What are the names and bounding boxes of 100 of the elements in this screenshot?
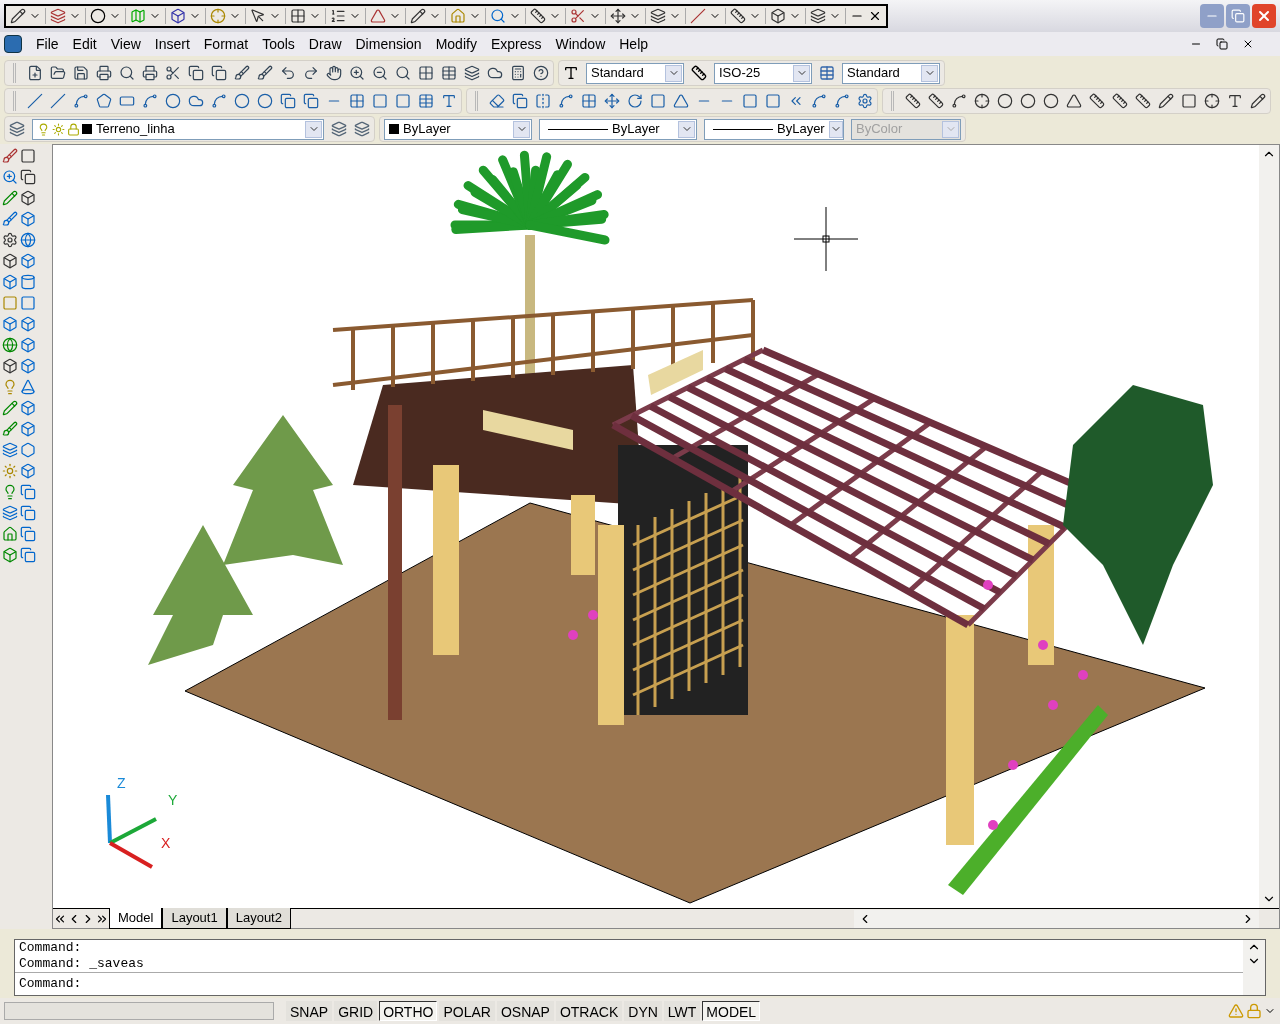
hexagon-icon[interactable] [20, 442, 36, 458]
folder-icon[interactable] [50, 65, 66, 81]
redo-icon[interactable] [303, 65, 319, 81]
table-icon[interactable] [441, 65, 457, 81]
layers-icon[interactable] [464, 65, 480, 81]
copy-icon[interactable] [20, 484, 36, 500]
brush-icon[interactable] [2, 421, 18, 437]
command-prompt[interactable]: Command: [15, 973, 1243, 995]
search-icon[interactable] [395, 65, 411, 81]
rotate-icon[interactable] [627, 93, 643, 109]
table-icon[interactable] [418, 93, 434, 109]
cloud-icon[interactable] [188, 93, 204, 109]
zoom-in-icon[interactable] [349, 65, 365, 81]
copy-icon[interactable] [211, 65, 227, 81]
layers-icon[interactable] [50, 8, 66, 24]
undo-icon[interactable] [280, 65, 296, 81]
drawing-canvas[interactable]: Z Y X [53, 145, 1259, 908]
vertical-scrollbar[interactable] [1259, 145, 1279, 908]
save-icon[interactable] [73, 65, 89, 81]
status-toggle[interactable]: ORTHO [379, 1001, 438, 1021]
arc-icon[interactable] [142, 93, 158, 109]
new-file-icon[interactable] [27, 65, 43, 81]
layers-icon[interactable] [810, 8, 826, 24]
close-icon[interactable] [1242, 38, 1254, 50]
menu-item[interactable]: Draw [308, 33, 342, 55]
zoom-out-icon[interactable] [372, 65, 388, 81]
color-dropdown[interactable]: ByLayer [384, 118, 532, 140]
dimension-icon[interactable] [928, 93, 944, 109]
dimension-icon[interactable] [1135, 93, 1151, 109]
menu-item[interactable]: File [36, 33, 59, 55]
printer-icon[interactable] [142, 65, 158, 81]
brush-icon[interactable] [257, 65, 273, 81]
cube-icon[interactable] [20, 400, 36, 416]
pencil-icon[interactable] [1250, 93, 1266, 109]
menu-item[interactable]: Format [203, 33, 249, 55]
status-toggle[interactable]: MODEL [702, 1001, 761, 1021]
brush-icon[interactable] [234, 65, 250, 81]
crosshair-icon[interactable] [210, 8, 226, 24]
cylinder-icon[interactable] [20, 274, 36, 290]
house-icon[interactable] [450, 8, 466, 24]
app-logo-icon[interactable] [4, 35, 22, 53]
layers-icon[interactable] [331, 121, 347, 137]
cube-icon[interactable] [20, 463, 36, 479]
layers-icon[interactable] [2, 505, 18, 521]
zoom-in-icon[interactable] [2, 169, 18, 185]
dimension-style-dropdown[interactable]: ISO-25 [714, 62, 812, 84]
grid-icon[interactable] [290, 8, 306, 24]
sphere-icon[interactable] [20, 232, 36, 248]
copy-icon[interactable] [512, 93, 528, 109]
pencil-icon[interactable] [410, 8, 426, 24]
cube-icon[interactable] [770, 8, 786, 24]
text-icon[interactable] [441, 93, 457, 109]
slash-icon[interactable] [690, 8, 706, 24]
line-icon[interactable] [50, 93, 66, 109]
menu-item[interactable]: Help [619, 33, 649, 55]
layers-icon[interactable] [2, 442, 18, 458]
cone-icon[interactable] [20, 379, 36, 395]
lightbulb-icon[interactable] [2, 484, 18, 500]
menu-item[interactable]: Edit [72, 33, 97, 55]
cube-icon[interactable] [20, 337, 36, 353]
dimension-icon[interactable] [1089, 93, 1105, 109]
status-toggle[interactable]: OSNAP [496, 1001, 554, 1021]
layout-tab[interactable]: Layout1 [162, 908, 227, 929]
sphere-icon[interactable] [2, 337, 18, 353]
copy-icon[interactable] [20, 547, 36, 563]
dimension-icon[interactable] [905, 93, 921, 109]
status-toggle[interactable]: LWT [663, 1001, 701, 1021]
restore-icon[interactable] [1216, 38, 1228, 50]
circle-icon[interactable] [90, 8, 106, 24]
cube-icon[interactable] [170, 8, 186, 24]
copy-icon[interactable] [20, 169, 36, 185]
status-toggle[interactable]: DYN [624, 1001, 662, 1021]
help-icon[interactable] [533, 65, 549, 81]
spline-icon[interactable] [211, 93, 227, 109]
dimension-icon[interactable] [1112, 93, 1128, 109]
triangle-icon[interactable] [370, 8, 386, 24]
pencil-icon[interactable] [10, 8, 26, 24]
status-toggle[interactable]: GRID [334, 1001, 378, 1021]
status-toggle[interactable]: POLAR [439, 1001, 495, 1021]
table-style-dropdown[interactable]: Standard [842, 62, 940, 84]
cube-icon[interactable] [2, 253, 18, 269]
menu-item[interactable]: View [110, 33, 141, 55]
line-icon[interactable] [27, 93, 43, 109]
gear-icon[interactable] [2, 232, 18, 248]
status-toggle[interactable]: OTRACK [555, 1001, 623, 1021]
layers-icon[interactable] [650, 8, 666, 24]
layout-tab[interactable]: Model [109, 908, 163, 929]
cube-icon[interactable] [20, 253, 36, 269]
menu-item[interactable]: Dimension [355, 33, 422, 55]
layout-tab[interactable]: Layout2 [226, 908, 291, 929]
calculator-icon[interactable] [510, 65, 526, 81]
status-toggle[interactable]: SNAP [286, 1001, 333, 1021]
cube-icon[interactable] [2, 316, 18, 332]
brush-icon[interactable] [2, 211, 18, 227]
scissors-icon[interactable] [570, 8, 586, 24]
sun-icon[interactable] [2, 463, 18, 479]
move-icon[interactable] [604, 93, 620, 109]
search-icon[interactable] [490, 8, 506, 24]
brush-icon[interactable] [2, 148, 18, 164]
printer-icon[interactable] [96, 65, 112, 81]
